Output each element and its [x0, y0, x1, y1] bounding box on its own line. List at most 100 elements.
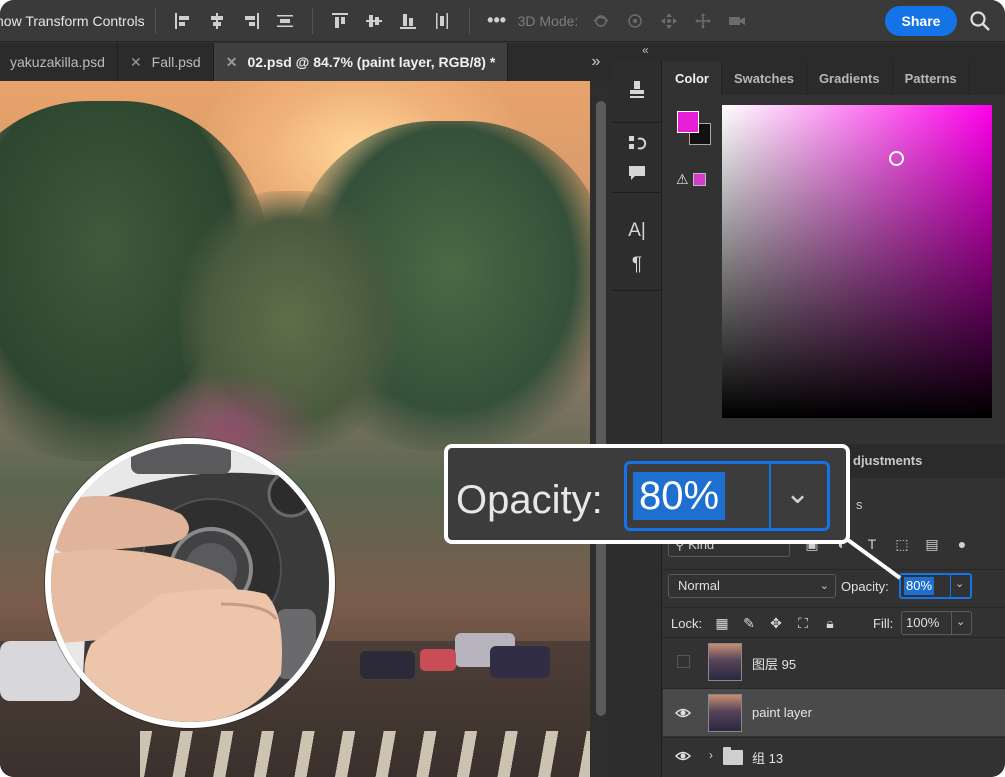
canvas-artwork-crosswalk [140, 731, 590, 777]
separator [311, 7, 313, 34]
color-picker-field[interactable] [722, 105, 992, 418]
smart-object-filter-icon[interactable]: ▤ [923, 535, 941, 553]
lock-pixels-icon[interactable]: ✎ [740, 614, 758, 632]
shape-filter-icon[interactable]: ⬚ [893, 535, 911, 553]
layer-group-row[interactable]: › 组 13 [663, 737, 1005, 777]
tab-swatches[interactable]: Swatches [722, 61, 807, 95]
filter-toggle-icon[interactable]: ● [953, 535, 971, 553]
layer-row[interactable]: 图层 95 [663, 637, 1005, 685]
distribute-icon[interactable] [274, 10, 296, 32]
close-icon[interactable]: ✕ [130, 54, 142, 71]
chevron-down-icon[interactable]: ⌄ [956, 615, 965, 628]
chevron-right-icon[interactable]: › [709, 748, 713, 762]
align-bottom-icon[interactable] [397, 10, 419, 32]
share-button[interactable]: Share [885, 6, 957, 36]
blend-mode-value: Normal [678, 578, 720, 593]
blend-row: Normal ⌄ Opacity: 80% ⌄ [663, 569, 1005, 599]
comment-icon[interactable] [625, 161, 649, 185]
tab-gradients[interactable]: Gradients [807, 61, 893, 95]
fill-input[interactable]: 100% ⌄ [901, 611, 972, 635]
show-transform-controls-checkbox[interactable]: how Transform Controls [0, 13, 145, 29]
distribute-vertical-icon[interactable] [431, 10, 453, 32]
lock-position-icon[interactable]: ✥ [767, 614, 785, 632]
layer-name[interactable]: 组 13 [752, 748, 783, 767]
collapse-panels-icon[interactable]: « [642, 43, 649, 57]
chevron-down-icon: ⌄ [785, 477, 811, 510]
right-panel: Color Swatches Gradients Patterns ⚠ djus… [663, 61, 1005, 777]
tab-fall[interactable]: ✕ Fall.psd [118, 43, 214, 81]
lock-label: Lock: [671, 616, 703, 631]
3d-camera-icon[interactable] [726, 10, 748, 32]
layer-row-selected[interactable]: paint layer [663, 688, 1005, 736]
stamp-icon[interactable] [625, 77, 649, 101]
opacity-value[interactable]: 80% [904, 577, 935, 595]
separator [468, 7, 470, 34]
document-tabs: yakuzakilla.psd ✕ Fall.psd ✕ 02.psd @ 84… [0, 43, 612, 81]
lock-artboard-icon[interactable]: ⛶ [794, 614, 812, 632]
fill-label: Fill: [873, 616, 894, 631]
panel-collapse-bar[interactable]: « [612, 43, 1005, 61]
tab-color[interactable]: Color [663, 61, 722, 95]
align-right-icon[interactable] [240, 10, 262, 32]
canvas-artwork-car [420, 649, 456, 671]
tabs-overflow-button[interactable]: » [580, 43, 612, 81]
eye-icon[interactable] [674, 748, 692, 764]
3d-pan-icon[interactable] [658, 10, 680, 32]
type-filter-icon[interactable]: T [863, 535, 881, 553]
canvas-scrollbar[interactable] [590, 81, 612, 777]
opacity-label: Opacity: [841, 579, 889, 594]
tab-patterns[interactable]: Patterns [893, 61, 970, 95]
history-icon[interactable] [625, 131, 649, 155]
lock-icons: ▦ ✎ ✥ ⛶ 🔒︎ [713, 614, 839, 632]
dial-controller-illustration [51, 444, 329, 722]
tab-label: Fall.psd [151, 54, 201, 70]
chevron-down-icon[interactable]: ⌄ [955, 577, 964, 590]
folder-icon [723, 747, 743, 765]
layer-name[interactable]: paint layer [752, 705, 812, 720]
3d-slide-icon[interactable] [692, 10, 714, 32]
visibility-toggle[interactable] [677, 655, 690, 668]
lock-transparency-icon[interactable]: ▦ [713, 614, 731, 632]
foreground-color-swatch[interactable] [677, 111, 699, 133]
character-icon[interactable]: A| [625, 219, 649, 243]
3d-mode-label: 3D Mode: [517, 12, 579, 29]
close-icon[interactable]: ✕ [226, 54, 238, 71]
callout-opacity-value: 80% [633, 472, 726, 520]
align-vertical-center-icon[interactable] [363, 10, 385, 32]
3d-orbit-icon[interactable] [590, 10, 612, 32]
photoshop-window: how Transform Controls ••• 3D Mode: Shar… [0, 0, 1005, 777]
fill-value[interactable]: 100% [906, 615, 939, 630]
align-horizontal-center-icon[interactable] [206, 10, 228, 32]
lock-row: Lock: ▦ ✎ ✥ ⛶ 🔒︎ Fill: 100% ⌄ [663, 607, 1005, 637]
scrollbar-thumb[interactable] [596, 101, 606, 716]
more-options-icon[interactable]: ••• [486, 10, 508, 32]
opacity-input[interactable]: 80% ⌄ [899, 573, 972, 599]
controller-photo-inset [45, 438, 335, 728]
tab-02-psd[interactable]: ✕ 02.psd @ 84.7% (paint layer, RGB/8) * [213, 43, 509, 81]
tab-label: 02.psd @ 84.7% (paint layer, RGB/8) * [247, 54, 496, 70]
align-top-icon[interactable] [329, 10, 351, 32]
strip-group-2 [612, 123, 662, 193]
tab-layers[interactable]: s [856, 497, 863, 512]
search-icon[interactable] [968, 9, 992, 33]
layer-name[interactable]: 图层 95 [752, 654, 796, 673]
tab-adjustments[interactable]: djustments [853, 453, 922, 468]
warning-icon: ⚠ [676, 170, 689, 187]
3d-roll-icon[interactable] [624, 10, 646, 32]
eye-icon[interactable] [674, 705, 692, 721]
gamut-color-swatch[interactable] [692, 172, 706, 186]
paragraph-icon[interactable]: ¶ [625, 253, 649, 277]
callout-opacity-field: 80% ⌄ [624, 461, 830, 531]
layer-thumbnail [708, 694, 742, 732]
align-left-icon[interactable] [172, 10, 194, 32]
divider [769, 464, 771, 528]
opacity-callout: Opacity: 80% ⌄ [444, 444, 850, 544]
panel-icon-strip: A| ¶ [612, 61, 662, 777]
out-of-gamut-warning[interactable]: ⚠ [676, 170, 710, 188]
tab-yakuzakilla[interactable]: yakuzakilla.psd [0, 43, 118, 81]
strip-group-1 [612, 61, 662, 123]
color-picker-cursor[interactable] [889, 151, 904, 166]
layer-thumbnail [708, 643, 742, 681]
lock-all-icon[interactable]: 🔒︎ [821, 614, 839, 632]
blend-mode-select[interactable]: Normal ⌄ [668, 574, 836, 598]
